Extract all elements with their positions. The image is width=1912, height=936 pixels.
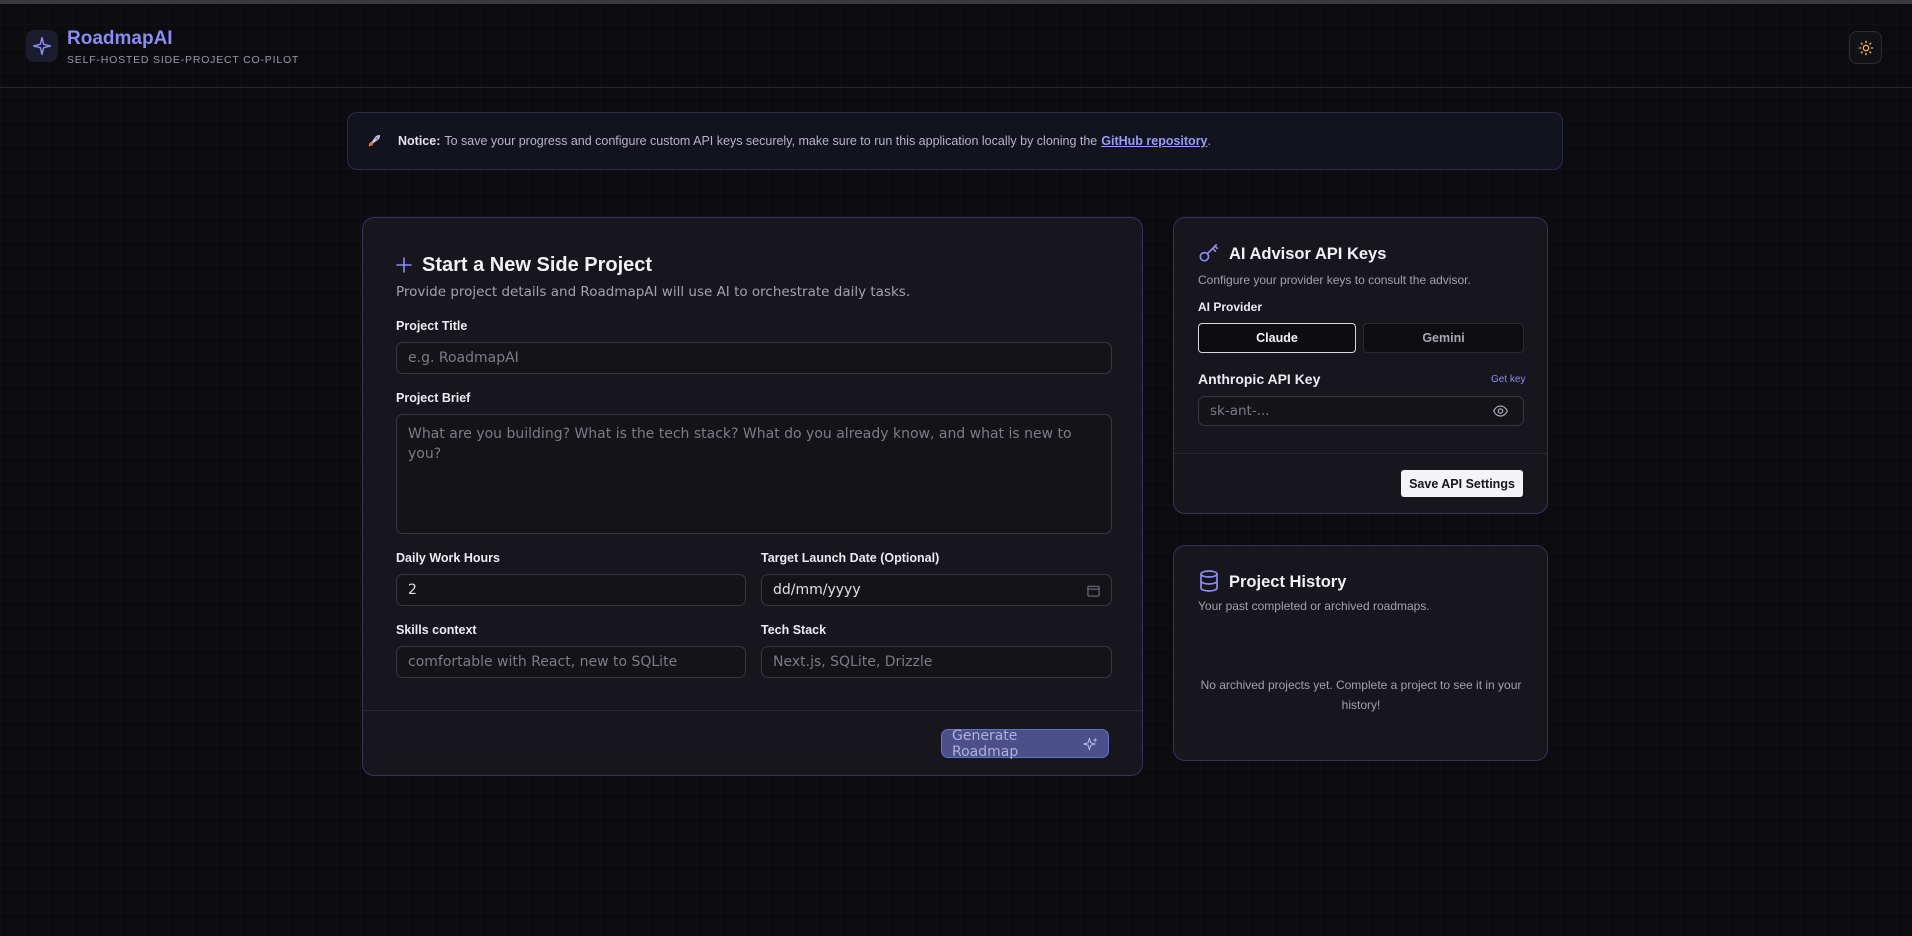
github-link[interactable]: GitHub repository xyxy=(1101,134,1207,148)
new-project-description: Provide project details and RoadmapAI wi… xyxy=(396,284,911,300)
skills-input[interactable] xyxy=(396,646,746,678)
project-title-label: Project Title xyxy=(396,319,468,333)
brand-subtitle: SELF-HOSTED SIDE-PROJECT CO-PILOT xyxy=(67,54,300,66)
project-title-input[interactable] xyxy=(396,342,1112,374)
skills-label: Skills context xyxy=(396,623,477,637)
save-api-settings-button[interactable]: Save API Settings xyxy=(1401,470,1523,497)
history-title: Project History xyxy=(1229,573,1347,591)
new-project-card: Start a New Side Project Provide project… xyxy=(362,217,1143,776)
launch-date-label: Target Launch Date (Optional) xyxy=(761,551,940,565)
api-keys-description: Configure your provider keys to consult … xyxy=(1198,273,1471,287)
generate-roadmap-button[interactable]: Generate Roadmap xyxy=(941,727,1109,760)
database-icon xyxy=(1200,570,1218,592)
notice-text: To save your progress and configure cust… xyxy=(444,134,1098,148)
api-card-divider xyxy=(1174,453,1547,454)
provider-claude-button[interactable]: Claude xyxy=(1198,323,1356,353)
tech-stack-input[interactable] xyxy=(761,646,1112,678)
calendar-icon[interactable] xyxy=(1087,584,1100,597)
generate-roadmap-label: Generate Roadmap xyxy=(952,727,1019,760)
daily-hours-input[interactable] xyxy=(396,574,746,606)
api-key-input[interactable] xyxy=(1198,396,1524,426)
sparkle-icon xyxy=(32,36,52,56)
plus-icon xyxy=(396,257,412,273)
api-keys-title: AI Advisor API Keys xyxy=(1229,245,1387,263)
card-divider xyxy=(363,710,1142,711)
new-project-title: Start a New Side Project xyxy=(422,254,653,276)
eye-icon[interactable] xyxy=(1493,404,1508,418)
provider-label: AI Provider xyxy=(1198,300,1263,314)
history-empty-message: No archived projects yet. Complete a pro… xyxy=(1200,678,1522,712)
sparkles-icon xyxy=(1082,737,1098,750)
launch-date-placeholder: dd/mm/yyyy xyxy=(773,582,861,598)
daily-hours-label: Daily Work Hours xyxy=(396,551,500,565)
api-keys-card: AI Advisor API Keys Configure your provi… xyxy=(1173,217,1548,514)
api-key-label: Anthropic API Key xyxy=(1198,371,1321,387)
provider-gemini-button[interactable]: Gemini xyxy=(1363,323,1524,353)
sun-icon xyxy=(1858,40,1873,55)
logo xyxy=(26,30,58,62)
launch-date-input[interactable]: dd/mm/yyyy xyxy=(761,574,1112,606)
notice-banner: Notice: To save your progress and config… xyxy=(347,112,1563,170)
brand-name: RoadmapAI xyxy=(67,28,173,49)
project-brief-textarea[interactable] xyxy=(396,414,1112,534)
app-header: RoadmapAI SELF-HOSTED SIDE-PROJECT CO-PI… xyxy=(0,4,1912,88)
key-icon xyxy=(1199,243,1219,262)
project-history-card: Project History Your past completed or a… xyxy=(1173,545,1548,761)
notice-label: Notice: xyxy=(398,134,441,148)
get-key-link[interactable]: Get key xyxy=(1491,374,1525,385)
project-brief-label: Project Brief xyxy=(396,391,471,405)
notice-end: . xyxy=(1207,134,1211,148)
theme-toggle-button[interactable] xyxy=(1849,31,1882,64)
tech-stack-label: Tech Stack xyxy=(761,623,827,637)
rocket-icon xyxy=(364,131,384,151)
history-description: Your past completed or archived roadmaps… xyxy=(1198,599,1430,613)
